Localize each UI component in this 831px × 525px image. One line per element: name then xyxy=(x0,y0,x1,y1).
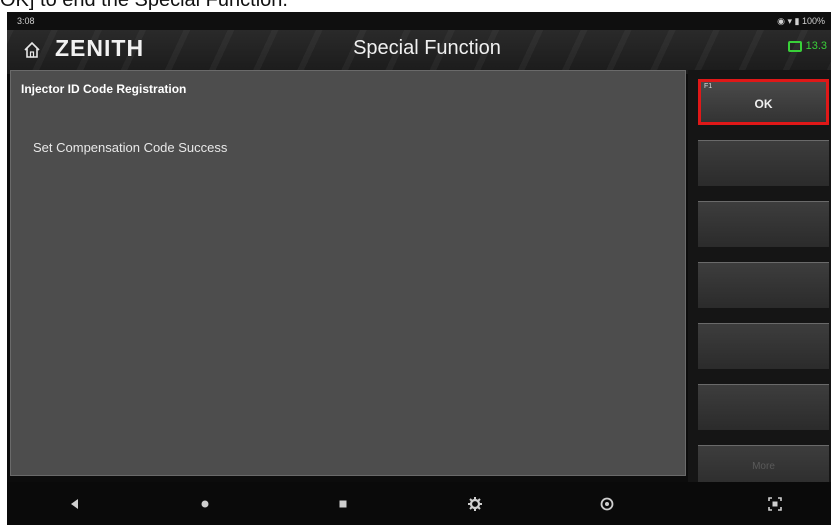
more-button-label: More xyxy=(752,461,775,472)
fkey-label: F1 xyxy=(704,83,713,90)
brand-logo: ZENITH xyxy=(55,35,145,61)
battery-voltage: 13.3 xyxy=(805,40,827,52)
home-icon[interactable] xyxy=(22,40,42,60)
device-screen: 3:08 ◉ ▾ ▮ 100% ZENITH Special Function … xyxy=(7,12,831,525)
panel-title: Injector ID Code Registration xyxy=(21,82,187,96)
app-bar: ZENITH Special Function 13.3 xyxy=(7,30,831,74)
function-button-6[interactable] xyxy=(698,384,829,430)
android-nav-bar xyxy=(7,482,831,525)
battery-icon xyxy=(787,40,802,52)
status-right: ◉ ▾ ▮ 100% xyxy=(777,16,825,27)
page-title: Special Function xyxy=(353,37,501,59)
signal-icon: ◉ ▾ ▮ xyxy=(777,16,802,26)
function-sidebar: F1 OK More xyxy=(688,70,831,491)
function-button-2[interactable] xyxy=(698,140,829,186)
status-bar: 3:08 ◉ ▾ ▮ 100% xyxy=(7,12,831,30)
vehicle-battery: 13.3 xyxy=(787,40,827,52)
ok-button[interactable]: F1 OK xyxy=(698,79,829,125)
back-icon[interactable] xyxy=(65,494,85,514)
recents-icon[interactable] xyxy=(333,494,353,514)
ok-button-label: OK xyxy=(754,97,773,111)
caption-strip: OK] to end the Special Function. xyxy=(0,0,831,12)
home-dot-icon[interactable] xyxy=(195,494,215,514)
camera-icon[interactable] xyxy=(597,494,617,514)
battery-percent: 100% xyxy=(801,16,825,26)
screenshot-icon[interactable] xyxy=(765,494,785,514)
status-message: Set Compensation Code Success xyxy=(33,140,228,155)
function-button-3[interactable] xyxy=(698,201,829,247)
function-button-4[interactable] xyxy=(698,262,829,308)
settings-icon[interactable] xyxy=(465,494,485,514)
function-button-5[interactable] xyxy=(698,323,829,369)
status-time: 3:08 xyxy=(17,16,35,26)
caption-text: OK] to end the Special Function. xyxy=(0,0,288,11)
content-panel: Injector ID Code Registration Set Compen… xyxy=(10,70,686,476)
